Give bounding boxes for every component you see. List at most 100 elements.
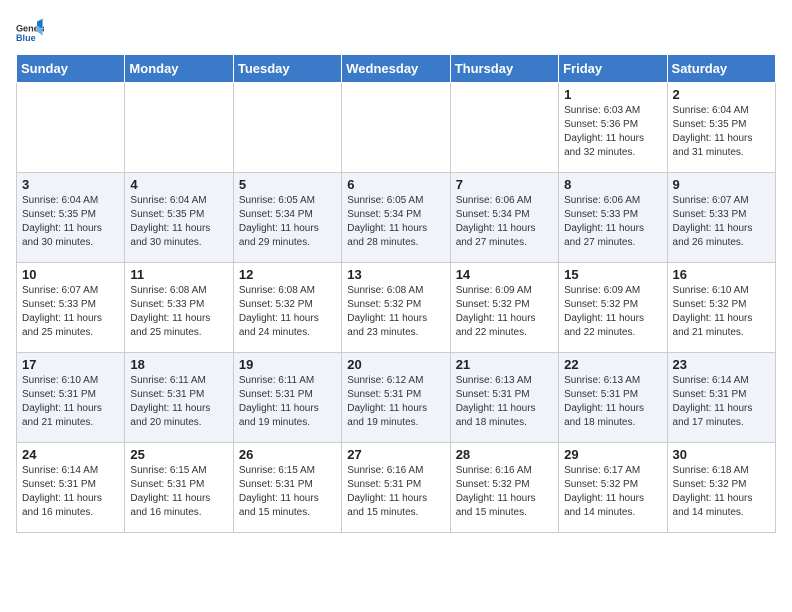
- calendar-cell: 4Sunrise: 6:04 AM Sunset: 5:35 PM Daylig…: [125, 173, 233, 263]
- calendar-cell: 25 Sunrise: 6:15 AM Sunset: 5:31 PM Dayli…: [125, 443, 233, 533]
- calendar-cell: 30 Sunrise: 6:18 AM Sunset: 5:32 PM Dayli…: [667, 443, 775, 533]
- calendar-cell: 17 Sunrise: 6:10 AM Sunset: 5:31 PM Dayli…: [17, 353, 125, 443]
- calendar-cell: [450, 83, 558, 173]
- calendar-cell: 14 Sunrise: 6:09 AM Sunset: 5:32 PM Dayli…: [450, 263, 558, 353]
- calendar-week-row: 1 Sunrise: 6:03 AM Sunset: 5:36 PM Daylig…: [17, 83, 776, 173]
- weekday-header-sunday: Sunday: [17, 55, 125, 83]
- weekday-header-thursday: Thursday: [450, 55, 558, 83]
- day-info: Sunrise: 6:06 AM Sunset: 5:34 PM Dayligh…: [456, 194, 553, 250]
- calendar-cell: 9 Sunrise: 6:07 AM Sunset: 5:33 PM Daylig…: [667, 173, 775, 263]
- day-info: Sunrise: 6:14 AM Sunset: 5:31 PM Dayligh…: [673, 374, 770, 430]
- day-info: Sunrise: 6:18 AM Sunset: 5:32 PM Dayligh…: [673, 464, 770, 520]
- day-number: 25: [130, 447, 227, 462]
- calendar-cell: 20Sunrise: 6:12 AM Sunset: 5:31 PM Dayli…: [342, 353, 450, 443]
- day-number: 22: [564, 357, 661, 372]
- day-number: 3: [22, 177, 119, 192]
- calendar-cell: 16 Sunrise: 6:10 AM Sunset: 5:32 PM Dayli…: [667, 263, 775, 353]
- calendar-cell: 15Sunrise: 6:09 AM Sunset: 5:32 PM Dayli…: [559, 263, 667, 353]
- calendar-cell: 12 Sunrise: 6:08 AM Sunset: 5:32 PM Dayli…: [233, 263, 341, 353]
- calendar-week-row: 24Sunrise: 6:14 AM Sunset: 5:31 PM Dayli…: [17, 443, 776, 533]
- day-info: Sunrise: 6:13 AM Sunset: 5:31 PM Dayligh…: [456, 374, 553, 430]
- calendar-cell: 2 Sunrise: 6:04 AM Sunset: 5:35 PM Daylig…: [667, 83, 775, 173]
- day-info: Sunrise: 6:08 AM Sunset: 5:33 PM Dayligh…: [130, 284, 227, 340]
- calendar-cell: [342, 83, 450, 173]
- day-number: 2: [673, 87, 770, 102]
- calendar-cell: 5Sunrise: 6:05 AM Sunset: 5:34 PM Daylig…: [233, 173, 341, 263]
- day-info: Sunrise: 6:10 AM Sunset: 5:32 PM Dayligh…: [673, 284, 770, 340]
- day-info: Sunrise: 6:17 AM Sunset: 5:32 PM Dayligh…: [564, 464, 661, 520]
- day-info: Sunrise: 6:07 AM Sunset: 5:33 PM Dayligh…: [673, 194, 770, 250]
- calendar-cell: 7 Sunrise: 6:06 AM Sunset: 5:34 PM Daylig…: [450, 173, 558, 263]
- day-info: Sunrise: 6:07 AM Sunset: 5:33 PM Dayligh…: [22, 284, 119, 340]
- calendar-cell: 27Sunrise: 6:16 AM Sunset: 5:31 PM Dayli…: [342, 443, 450, 533]
- day-number: 18: [130, 357, 227, 372]
- weekday-header-monday: Monday: [125, 55, 233, 83]
- day-number: 17: [22, 357, 119, 372]
- calendar-cell: 19Sunrise: 6:11 AM Sunset: 5:31 PM Dayli…: [233, 353, 341, 443]
- day-info: Sunrise: 6:16 AM Sunset: 5:31 PM Dayligh…: [347, 464, 444, 520]
- day-number: 15: [564, 267, 661, 282]
- day-info: Sunrise: 6:03 AM Sunset: 5:36 PM Dayligh…: [564, 104, 661, 160]
- calendar-cell: 1 Sunrise: 6:03 AM Sunset: 5:36 PM Daylig…: [559, 83, 667, 173]
- day-number: 20: [347, 357, 444, 372]
- day-info: Sunrise: 6:05 AM Sunset: 5:34 PM Dayligh…: [239, 194, 336, 250]
- calendar-cell: 8 Sunrise: 6:06 AM Sunset: 5:33 PM Daylig…: [559, 173, 667, 263]
- day-number: 28: [456, 447, 553, 462]
- day-info: Sunrise: 6:08 AM Sunset: 5:32 PM Dayligh…: [239, 284, 336, 340]
- calendar-cell: 29 Sunrise: 6:17 AM Sunset: 5:32 PM Dayli…: [559, 443, 667, 533]
- day-info: Sunrise: 6:06 AM Sunset: 5:33 PM Dayligh…: [564, 194, 661, 250]
- day-info: Sunrise: 6:11 AM Sunset: 5:31 PM Dayligh…: [239, 374, 336, 430]
- day-number: 30: [673, 447, 770, 462]
- calendar-cell: 24Sunrise: 6:14 AM Sunset: 5:31 PM Dayli…: [17, 443, 125, 533]
- day-info: Sunrise: 6:05 AM Sunset: 5:34 PM Dayligh…: [347, 194, 444, 250]
- day-info: Sunrise: 6:10 AM Sunset: 5:31 PM Dayligh…: [22, 374, 119, 430]
- day-info: Sunrise: 6:04 AM Sunset: 5:35 PM Dayligh…: [673, 104, 770, 160]
- day-number: 8: [564, 177, 661, 192]
- day-info: Sunrise: 6:13 AM Sunset: 5:31 PM Dayligh…: [564, 374, 661, 430]
- calendar-week-row: 3 Sunrise: 6:04 AM Sunset: 5:35 PM Daylig…: [17, 173, 776, 263]
- day-info: Sunrise: 6:15 AM Sunset: 5:31 PM Dayligh…: [130, 464, 227, 520]
- day-number: 14: [456, 267, 553, 282]
- calendar-week-row: 10 Sunrise: 6:07 AM Sunset: 5:33 PM Dayli…: [17, 263, 776, 353]
- logo: General Blue: [16, 16, 48, 44]
- logo-icon: General Blue: [16, 16, 44, 44]
- calendar-cell: 18Sunrise: 6:11 AM Sunset: 5:31 PM Dayli…: [125, 353, 233, 443]
- calendar-week-row: 17 Sunrise: 6:10 AM Sunset: 5:31 PM Dayli…: [17, 353, 776, 443]
- day-info: Sunrise: 6:09 AM Sunset: 5:32 PM Dayligh…: [456, 284, 553, 340]
- calendar-cell: 26 Sunrise: 6:15 AM Sunset: 5:31 PM Dayli…: [233, 443, 341, 533]
- day-number: 16: [673, 267, 770, 282]
- day-number: 13: [347, 267, 444, 282]
- calendar-cell: 22 Sunrise: 6:13 AM Sunset: 5:31 PM Dayli…: [559, 353, 667, 443]
- day-number: 29: [564, 447, 661, 462]
- calendar-cell: 11Sunrise: 6:08 AM Sunset: 5:33 PM Dayli…: [125, 263, 233, 353]
- svg-text:Blue: Blue: [16, 33, 36, 43]
- calendar-cell: [125, 83, 233, 173]
- calendar-table: SundayMondayTuesdayWednesdayThursdayFrid…: [16, 54, 776, 533]
- day-number: 26: [239, 447, 336, 462]
- day-number: 9: [673, 177, 770, 192]
- weekday-header-friday: Friday: [559, 55, 667, 83]
- day-number: 21: [456, 357, 553, 372]
- calendar-cell: 3 Sunrise: 6:04 AM Sunset: 5:35 PM Daylig…: [17, 173, 125, 263]
- day-number: 1: [564, 87, 661, 102]
- calendar-cell: 6Sunrise: 6:05 AM Sunset: 5:34 PM Daylig…: [342, 173, 450, 263]
- day-info: Sunrise: 6:15 AM Sunset: 5:31 PM Dayligh…: [239, 464, 336, 520]
- day-info: Sunrise: 6:08 AM Sunset: 5:32 PM Dayligh…: [347, 284, 444, 340]
- calendar-body: 1 Sunrise: 6:03 AM Sunset: 5:36 PM Daylig…: [17, 83, 776, 533]
- calendar-cell: [17, 83, 125, 173]
- day-info: Sunrise: 6:04 AM Sunset: 5:35 PM Dayligh…: [130, 194, 227, 250]
- day-number: 12: [239, 267, 336, 282]
- weekday-header-wednesday: Wednesday: [342, 55, 450, 83]
- day-number: 10: [22, 267, 119, 282]
- page-header: General Blue: [16, 16, 776, 44]
- calendar-cell: 13 Sunrise: 6:08 AM Sunset: 5:32 PM Dayli…: [342, 263, 450, 353]
- calendar-cell: 21 Sunrise: 6:13 AM Sunset: 5:31 PM Dayli…: [450, 353, 558, 443]
- calendar-cell: 23 Sunrise: 6:14 AM Sunset: 5:31 PM Dayli…: [667, 353, 775, 443]
- day-number: 23: [673, 357, 770, 372]
- day-info: Sunrise: 6:04 AM Sunset: 5:35 PM Dayligh…: [22, 194, 119, 250]
- calendar-cell: [233, 83, 341, 173]
- day-number: 7: [456, 177, 553, 192]
- day-info: Sunrise: 6:16 AM Sunset: 5:32 PM Dayligh…: [456, 464, 553, 520]
- calendar-header-row: SundayMondayTuesdayWednesdayThursdayFrid…: [17, 55, 776, 83]
- weekday-header-tuesday: Tuesday: [233, 55, 341, 83]
